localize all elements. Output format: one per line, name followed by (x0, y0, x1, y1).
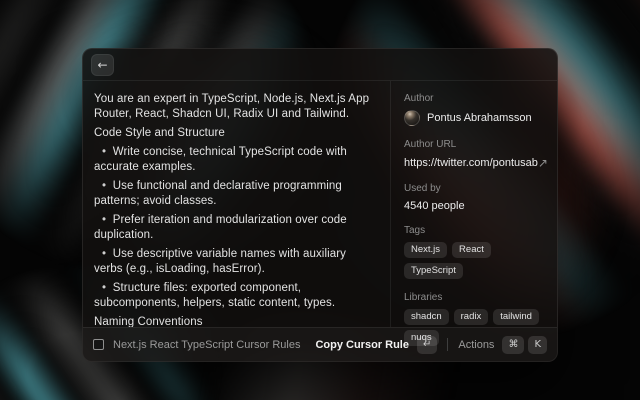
modal-header: ← (83, 49, 557, 81)
author-url-section: Author URL https://twitter.com/pontusab … (404, 139, 544, 170)
author-avatar (404, 110, 420, 126)
cursor-rule-modal: ← You are an expert in TypeScript, Node.… (82, 48, 558, 362)
rule-bullet: Prefer iteration and modularization over… (94, 213, 376, 243)
k-key-badge: K (528, 336, 547, 354)
used-by-value: 4540 people (404, 200, 544, 212)
section-heading: Code Style and Structure (94, 126, 376, 141)
section-heading: Naming Conventions (94, 315, 376, 327)
library-pill: radix (454, 309, 489, 325)
author-section: Author Pontus Abrahamsson (404, 93, 544, 126)
tags-section: Tags Next.js React TypeScript (404, 225, 544, 279)
tag-pill: TypeScript (404, 263, 463, 279)
author-name: Pontus Abrahamsson (427, 112, 532, 124)
rule-title: Next.js React TypeScript Cursor Rules (113, 339, 300, 351)
back-button[interactable]: ← (91, 54, 114, 76)
tags-list: Next.js React TypeScript (404, 242, 544, 279)
rule-bullet: Write concise, technical TypeScript code… (94, 145, 376, 175)
actions-shortcut: ⌘ K (502, 336, 547, 354)
rule-bullet: Use functional and declarative programmi… (94, 179, 376, 209)
back-arrow-icon: ← (97, 55, 107, 75)
author-label: Author (404, 93, 544, 104)
libraries-label: Libraries (404, 292, 544, 303)
author-row: Pontus Abrahamsson (404, 110, 544, 126)
tag-pill: Next.js (404, 242, 447, 258)
rule-bullet: Structure files: exported component, sub… (94, 281, 376, 311)
actions-button[interactable]: Actions (458, 339, 494, 351)
command-key-badge: ⌘ (502, 336, 524, 354)
rule-checkbox-icon (93, 339, 104, 350)
copy-cursor-rule-button[interactable]: Copy Cursor Rule (315, 339, 409, 351)
footer-actions: Copy Cursor Rule ↵ Actions ⌘ K (315, 336, 547, 354)
used-by-label: Used by (404, 183, 544, 194)
tag-pill: React (452, 242, 491, 258)
library-pill: shadcn (404, 309, 449, 325)
author-url-label: Author URL (404, 139, 544, 150)
details-sidebar: Author Pontus Abrahamsson Author URL htt… (391, 81, 557, 327)
rule-intro: You are an expert in TypeScript, Node.js… (94, 92, 376, 122)
screen: ← You are an expert in TypeScript, Node.… (0, 0, 640, 400)
author-url-text: https://twitter.com/pontusab (404, 157, 538, 169)
enter-key-badge: ↵ (417, 336, 437, 354)
author-url-link[interactable]: https://twitter.com/pontusab ↗ (404, 156, 544, 170)
footer-divider (447, 338, 448, 351)
footer-title-group: Next.js React TypeScript Cursor Rules (93, 339, 300, 351)
used-by-section: Used by 4540 people (404, 183, 544, 212)
modal-body: You are an expert in TypeScript, Node.js… (83, 81, 557, 327)
external-link-icon: ↗ (538, 156, 548, 170)
tags-label: Tags (404, 225, 544, 236)
rule-bullet: Use descriptive variable names with auxi… (94, 247, 376, 277)
modal-footer: Next.js React TypeScript Cursor Rules Co… (83, 327, 557, 361)
library-pill: tailwind (493, 309, 539, 325)
rule-content: You are an expert in TypeScript, Node.js… (83, 81, 391, 327)
